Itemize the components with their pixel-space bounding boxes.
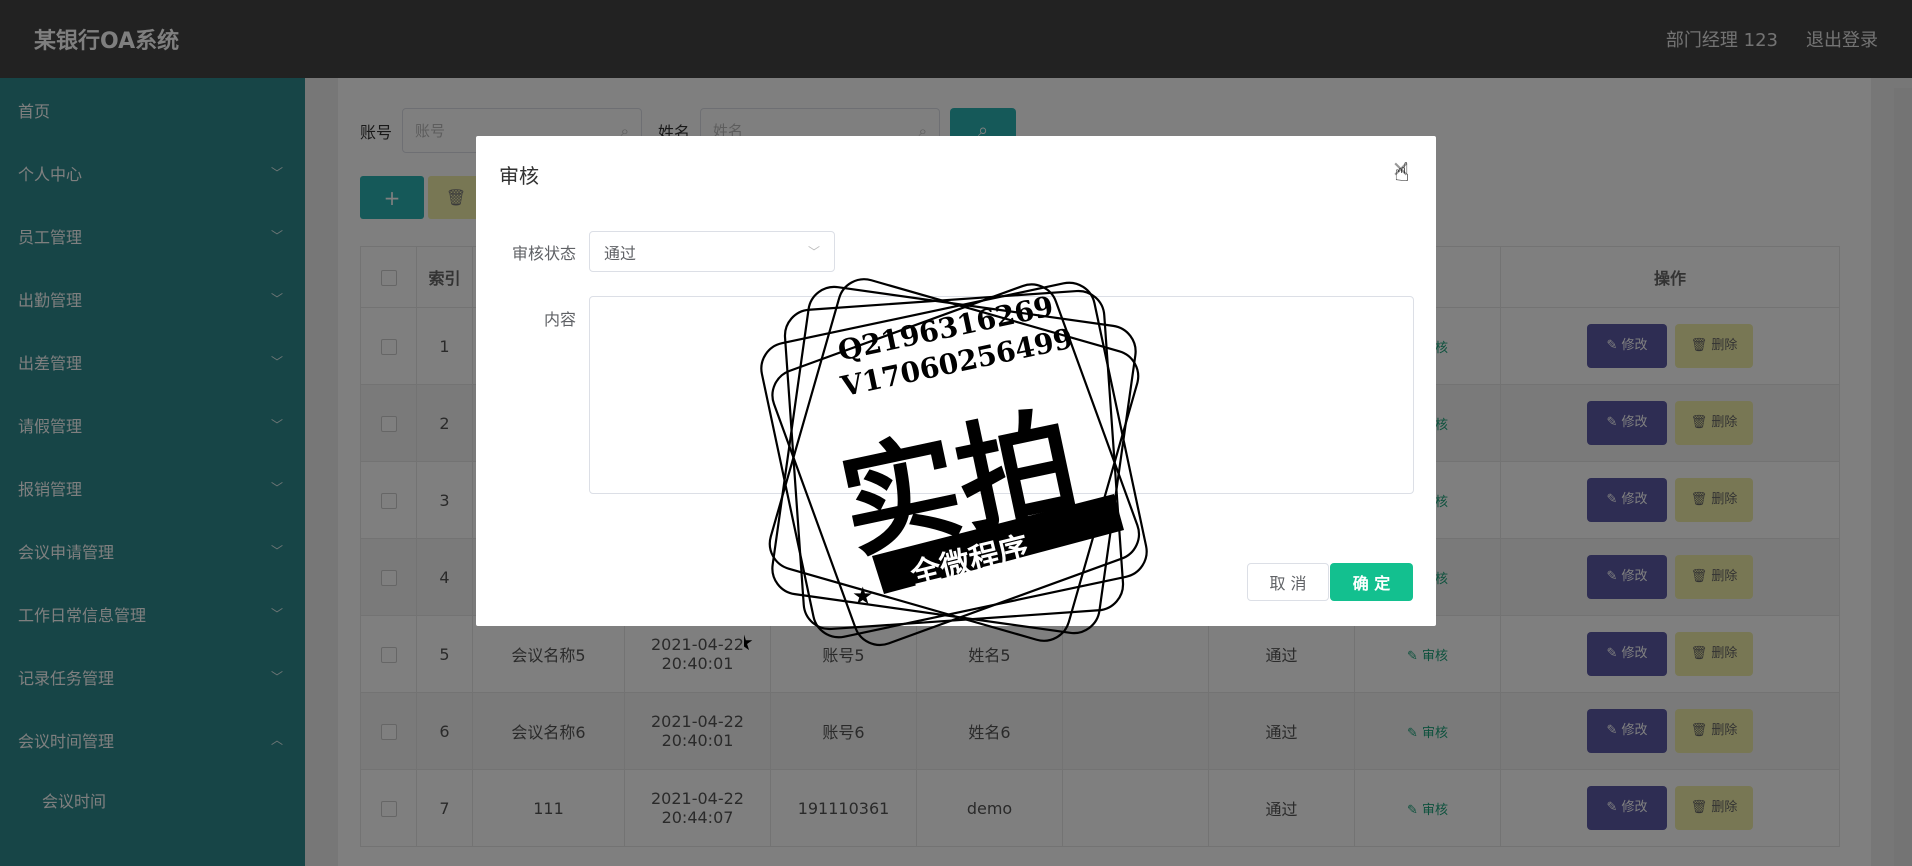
status-label: 审核状态 (511, 244, 576, 263)
confirm-button[interactable]: 确 定 (1330, 563, 1413, 601)
svg-text:★: ★ (744, 631, 754, 656)
cancel-button[interactable]: 取 消 (1247, 563, 1329, 601)
content-label: 内容 (543, 310, 576, 329)
svg-text:★: ★ (852, 582, 874, 610)
watermark-stamp: ★ ★ ★ Q2196316269 V17060256499 实拍 全微程序 (734, 250, 1164, 670)
hand-cursor-icon: ☝ (1394, 158, 1410, 188)
svg-text:★: ★ (1094, 502, 1117, 532)
status-select-value: 通过 (604, 243, 637, 263)
dialog-title: 审核 (499, 164, 539, 188)
